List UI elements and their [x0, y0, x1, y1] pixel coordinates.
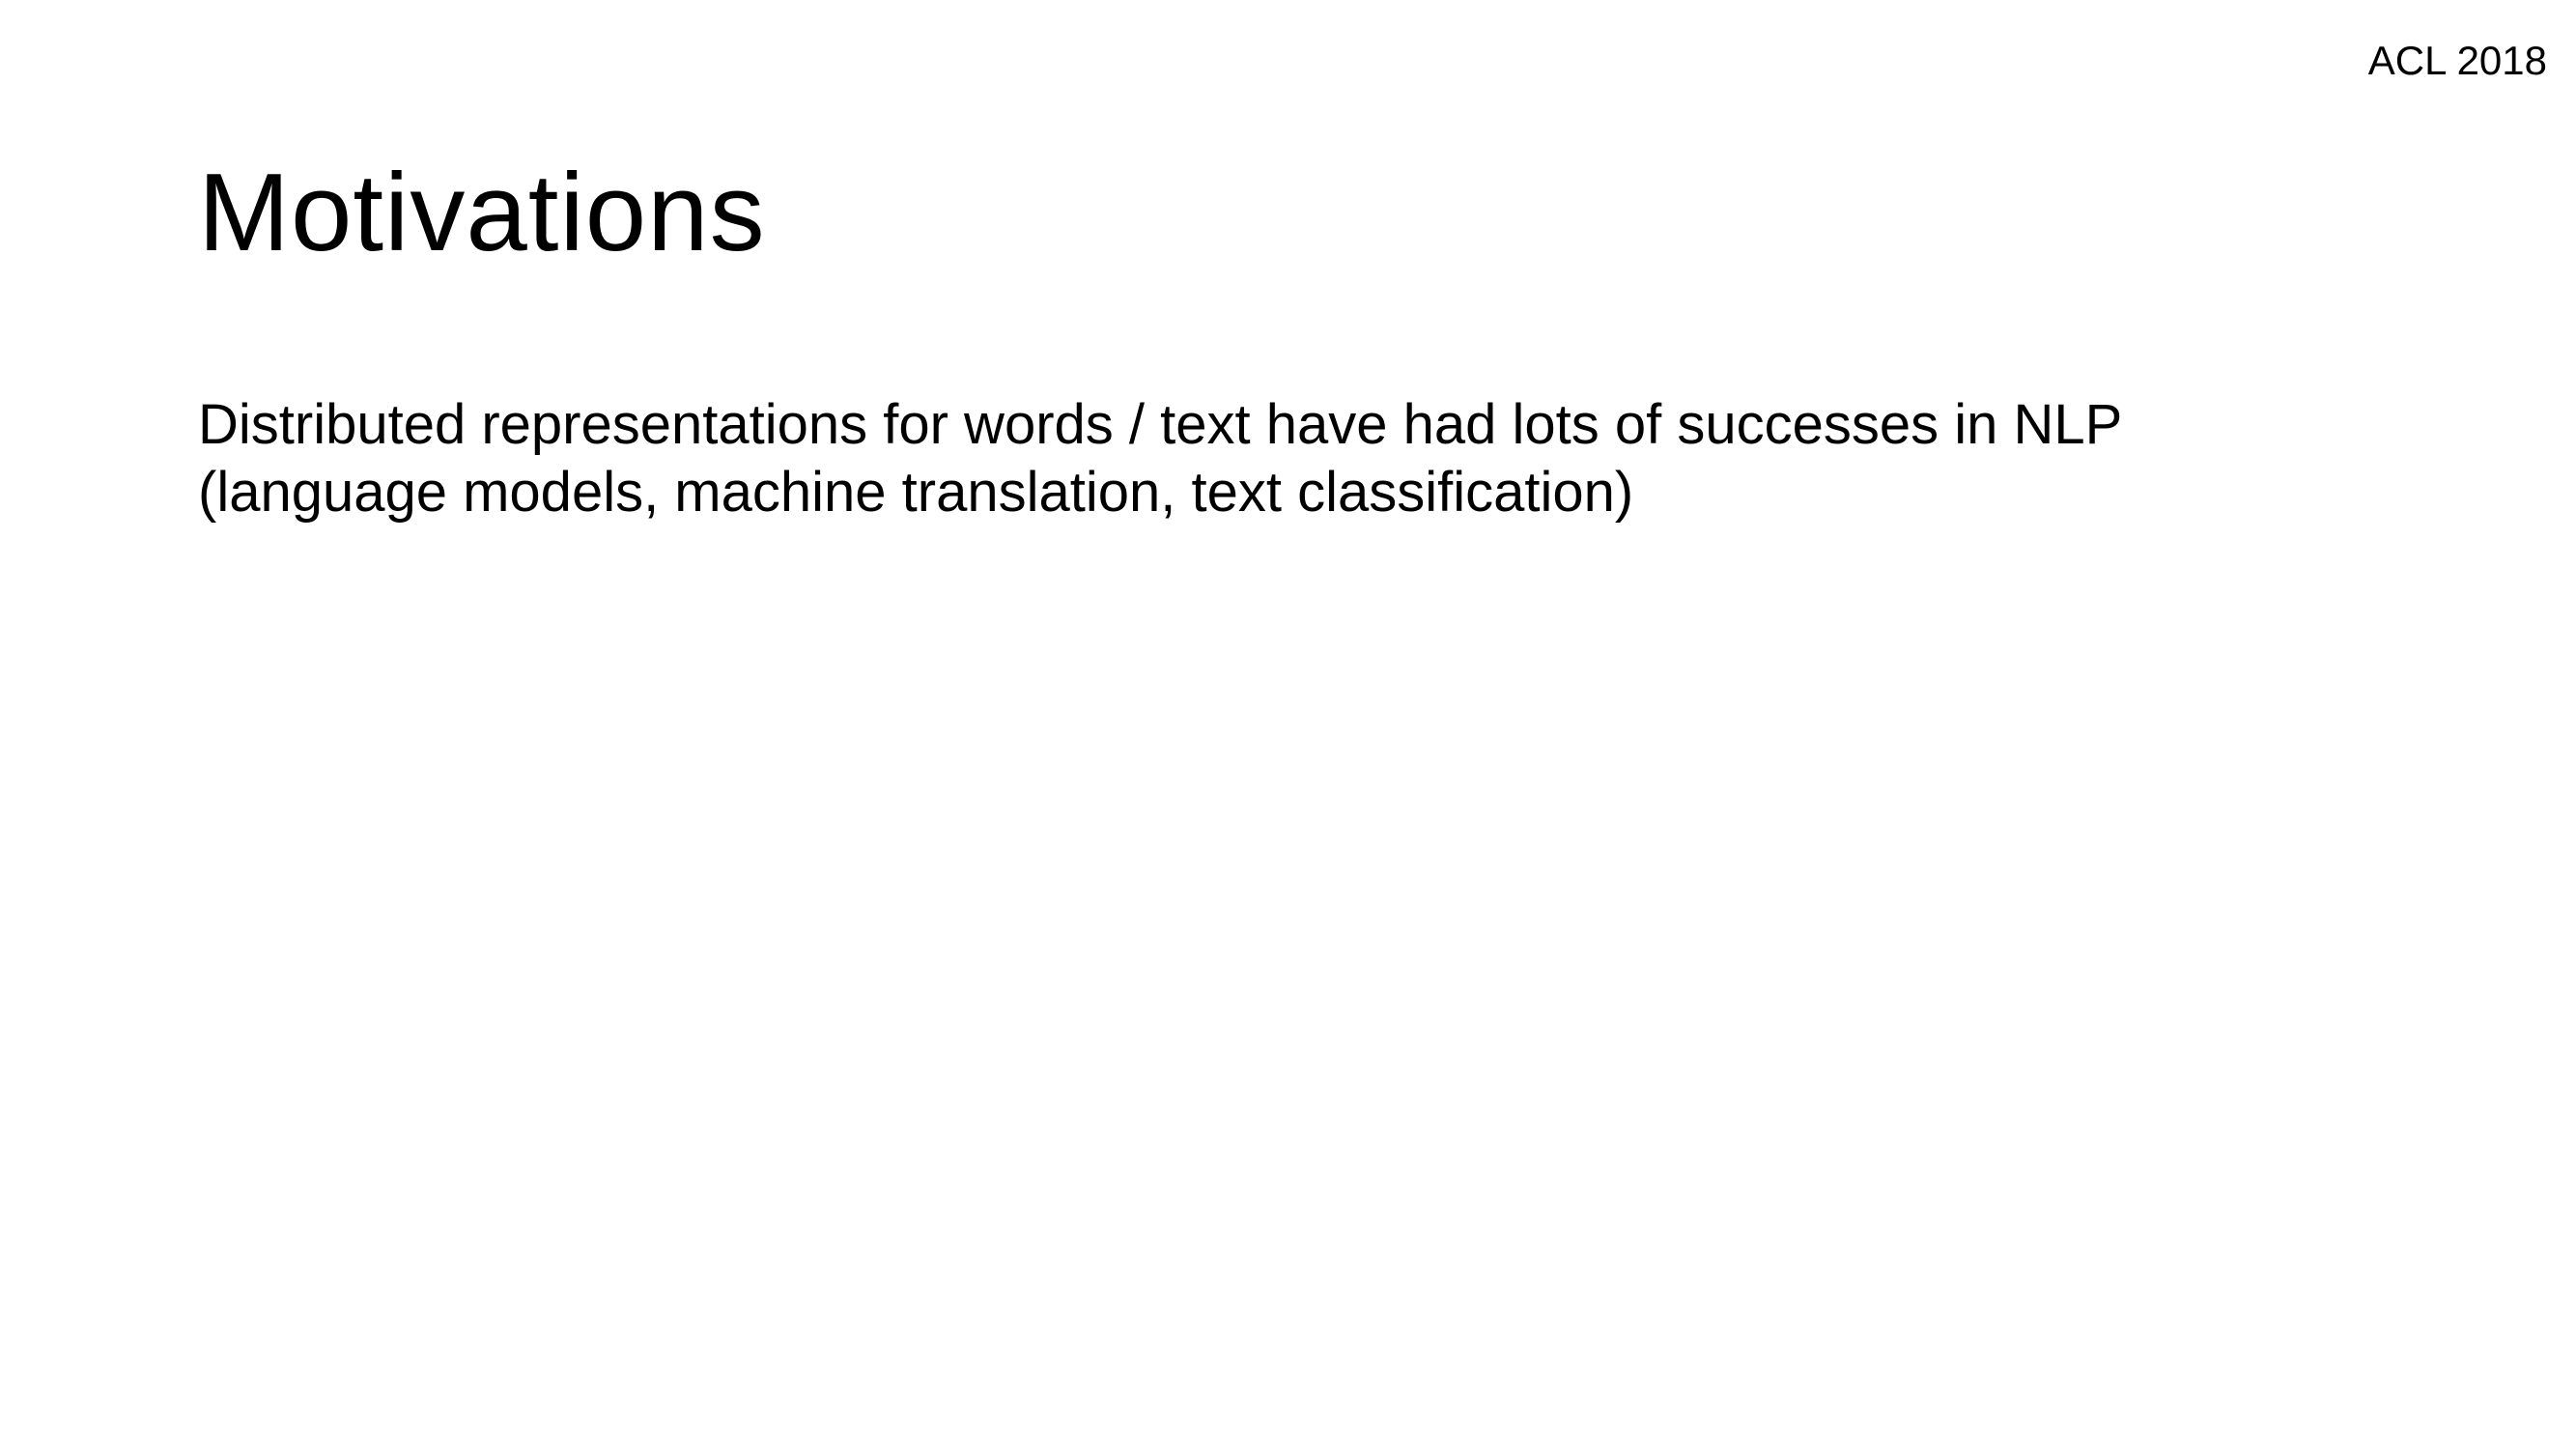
- conference-tag: ACL 2018: [2367, 38, 2547, 83]
- slide: ACL 2018 Motivations Distributed represe…: [0, 0, 2576, 1449]
- slide-title: Motivations: [198, 152, 766, 274]
- body-line-2: (language models, machine translation, t…: [198, 461, 1634, 524]
- body-line-1: Distributed representations for words / …: [198, 393, 2123, 456]
- slide-body: Distributed representations for words / …: [198, 391, 2420, 526]
